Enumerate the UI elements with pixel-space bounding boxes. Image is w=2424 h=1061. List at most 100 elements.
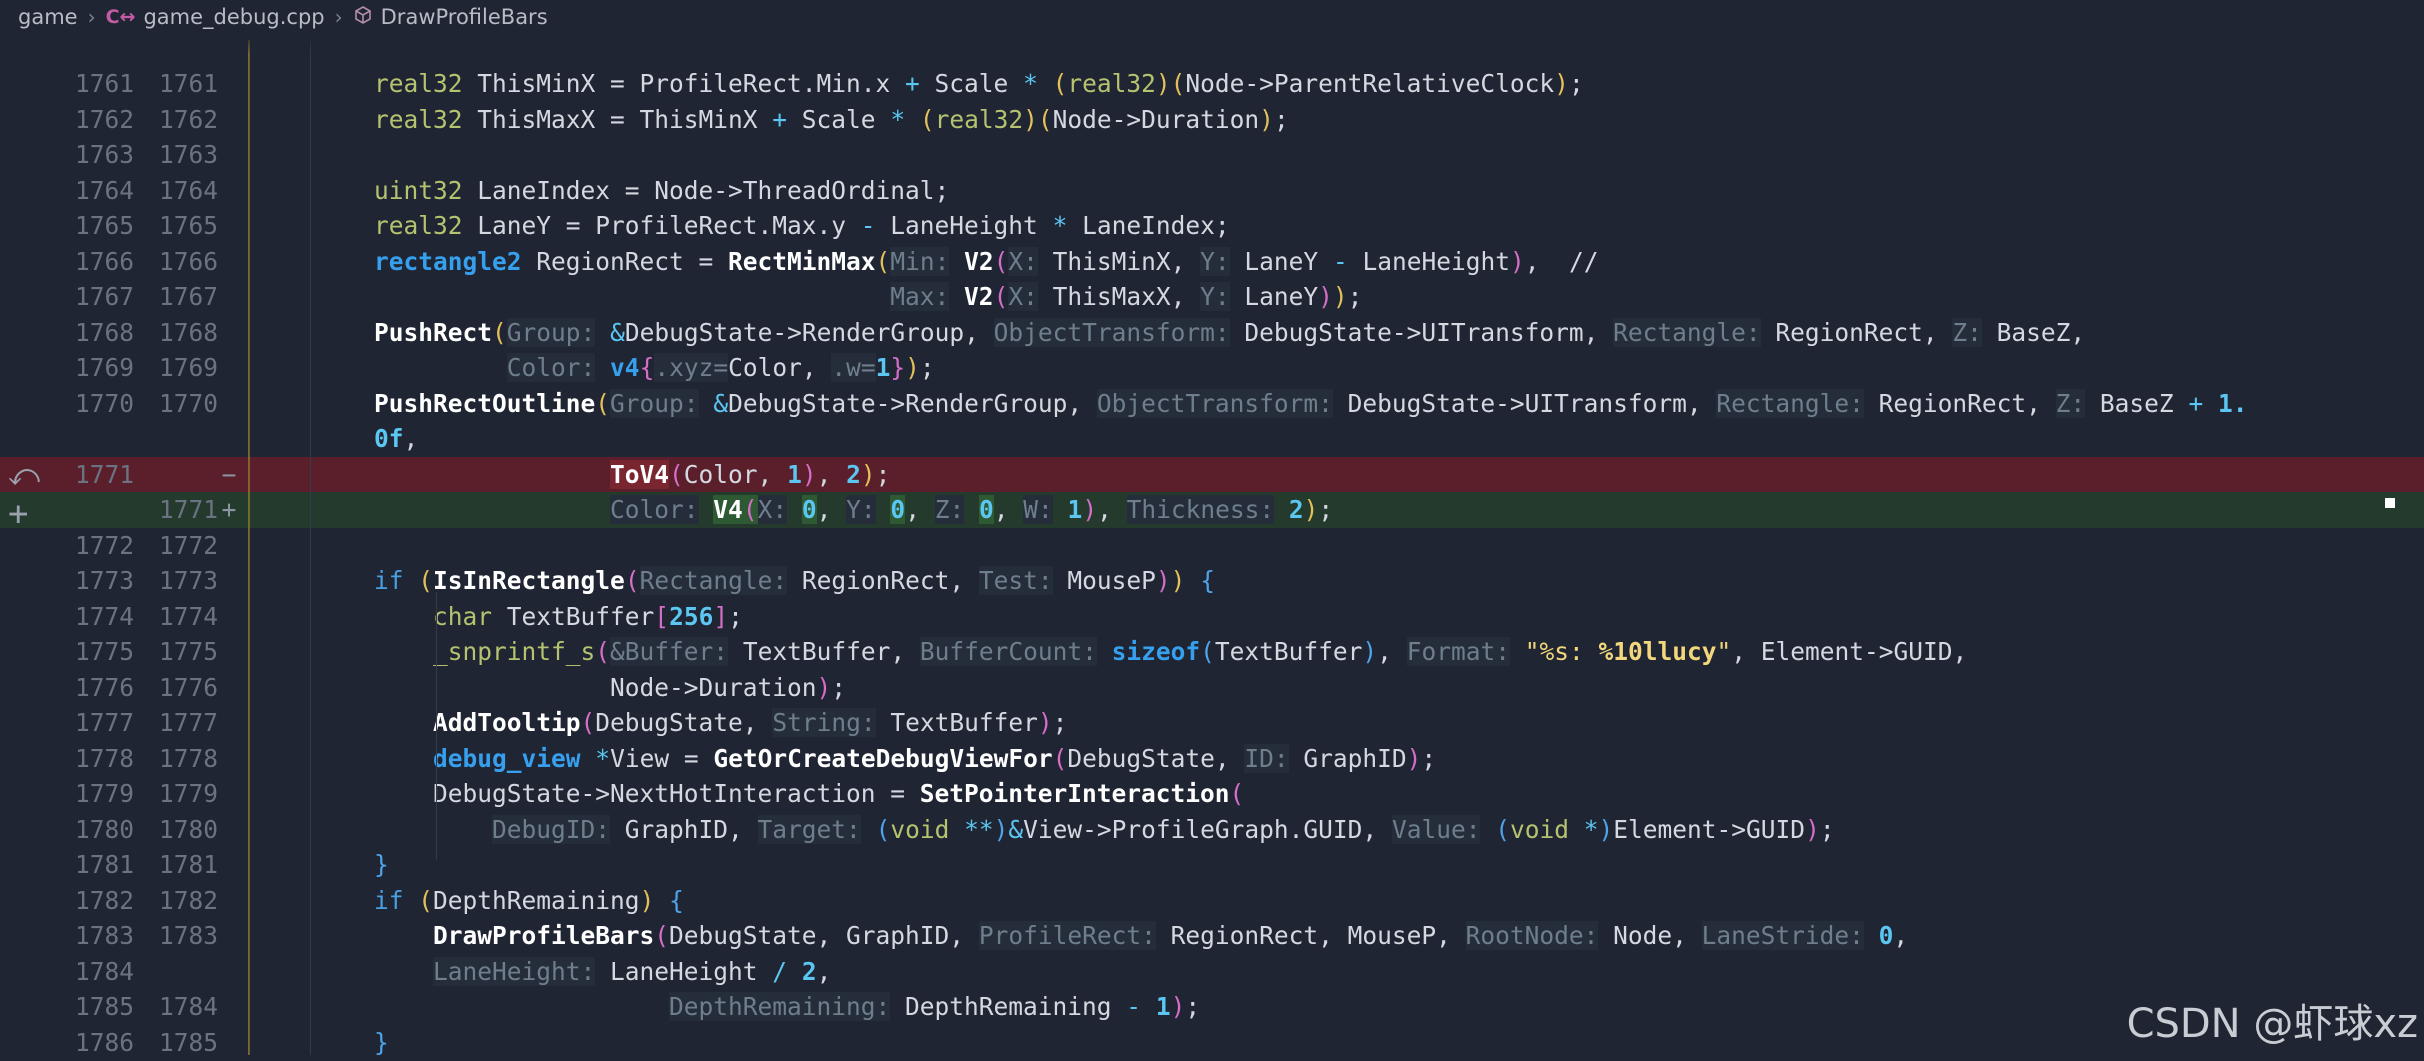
- code-line[interactable]: 1762 1762 real32 ThisMaxX = ThisMinX + Sca…: [0, 102, 2424, 138]
- code-text[interactable]: debug_view *View = GetOrCreateDebugViewF…: [374, 741, 1436, 777]
- code-text[interactable]: }: [374, 1025, 389, 1061]
- line-number-original: 1786: [74, 1027, 134, 1057]
- line-number-original: 1781: [74, 850, 134, 879]
- code-line[interactable]: 1774 1774 char TextBuffer[256];: [0, 599, 2424, 635]
- code-line[interactable]: 1784 LaneHeight: LaneHeight / 2,: [0, 954, 2424, 990]
- line-number-original: 1770: [74, 388, 134, 418]
- code-text[interactable]: 0f,: [374, 421, 418, 457]
- code-line[interactable]: 0f,: [0, 421, 2424, 457]
- line-number-modified: 1782: [158, 885, 218, 915]
- line-number-modified: 1770: [158, 388, 218, 418]
- code-text[interactable]: Node->Duration);: [374, 670, 846, 706]
- editor-diff-view[interactable]: 1761 1761 real32 ThisMinX = ProfileRect.Mi…: [0, 0, 2424, 1057]
- code-text[interactable]: DebugState->NextHotInteraction = SetPoin…: [374, 776, 1244, 812]
- code-text[interactable]: }: [374, 847, 389, 883]
- code-text[interactable]: if (DepthRemaining) {: [374, 883, 684, 919]
- line-number-original: 1778: [74, 743, 134, 773]
- code-text[interactable]: if (IsInRectangle(Rectangle: RegionRect,…: [374, 563, 1215, 599]
- code-text[interactable]: Max: V2(X: ThisMaxX, Y: LaneY));: [374, 279, 1362, 315]
- code-line[interactable]: 1779 1779 DebugState->NextHotInteraction …: [0, 776, 2424, 812]
- line-number-original: 1761: [74, 69, 134, 98]
- code-line[interactable]: 1783 1783 DrawProfileBars(DebugState, Gra…: [0, 918, 2424, 954]
- code-text[interactable]: Color: V4(X: 0, Y: 0, Z: 0, W: 1), Thick…: [374, 492, 1333, 528]
- line-number-original: 1775: [74, 637, 134, 666]
- line-number-original: 1769: [74, 353, 134, 382]
- code-line[interactable]: 1766 1766 rectangle2 RegionRect = RectMinM…: [0, 244, 2424, 280]
- code-line[interactable]: 1761 1761 real32 ThisMinX = ProfileRect.Mi…: [0, 66, 2424, 102]
- line-number-original: 1785: [74, 992, 134, 1021]
- breadcrumb-folder[interactable]: game: [18, 5, 78, 29]
- code-line[interactable]: 1780 1780 DebugID: GraphID, Target: (void…: [0, 812, 2424, 848]
- line-number-original: 1777: [74, 708, 134, 737]
- breadcrumb-symbol[interactable]: DrawProfileBars: [381, 5, 548, 29]
- code-line[interactable]: 1764 1764 uint32 LaneIndex = Node->ThreadO…: [0, 173, 2424, 209]
- line-number-original: 1767: [74, 282, 134, 311]
- line-number-modified: 1763: [158, 140, 218, 169]
- code-text[interactable]: real32 ThisMinX = ProfileRect.Min.x + Sc…: [374, 66, 1584, 102]
- code-line[interactable]: 1785 1784 DepthRemaining: DepthRemaining …: [0, 989, 2424, 1025]
- diff-added-line[interactable]: 1771 + Color: V4(X: 0, Y: 0, Z: 0, W: 1),…: [0, 492, 2424, 528]
- code-line[interactable]: 1777 1777 AddTooltip(DebugState, String: …: [0, 705, 2424, 741]
- line-number-modified: 1785: [158, 1027, 218, 1057]
- chevron-right-icon: ›: [334, 5, 343, 29]
- code-text[interactable]: DrawProfileBars(DebugState, GraphID, Pro…: [374, 918, 1908, 954]
- line-number-modified: 1784: [158, 992, 218, 1021]
- code-line[interactable]: 1775 1775 _snprintf_s(&Buffer: TextBuffer…: [0, 634, 2424, 670]
- line-number-original: 1764: [74, 175, 134, 205]
- code-line[interactable]: 1770 1770 PushRectOutline(Group: &DebugSta…: [0, 386, 2424, 422]
- line-number-original: 1779: [74, 779, 134, 808]
- code-line[interactable]: 1767 1767 Max: V2(X: ThisMaxX, Y: LaneY))…: [0, 279, 2424, 315]
- line-number-original: 1780: [74, 814, 134, 844]
- line-number-modified: 1781: [158, 850, 218, 879]
- removed-marker: −: [221, 459, 237, 489]
- code-text[interactable]: Color: v4{.xyz=Color, .w=1});: [374, 350, 935, 386]
- code-text[interactable]: char TextBuffer[256];: [374, 599, 743, 635]
- code-line[interactable]: 1772 1772: [0, 528, 2424, 564]
- line-number-modified: 1779: [158, 779, 218, 808]
- code-line[interactable]: 1776 1776 Node->Duration);: [0, 670, 2424, 706]
- line-number-original: 1776: [74, 672, 134, 702]
- line-number-modified: 1769: [158, 353, 218, 382]
- line-number-original: 1768: [74, 317, 134, 347]
- code-text[interactable]: real32 LaneY = ProfileRect.Max.y - LaneH…: [374, 208, 1230, 244]
- line-number-original: 1763: [74, 140, 134, 169]
- line-number-modified: 1764: [158, 175, 218, 205]
- code-text[interactable]: LaneHeight: LaneHeight / 2,: [374, 954, 831, 990]
- line-number-original: 1762: [74, 104, 134, 134]
- code-line[interactable]: 1763 1763: [0, 137, 2424, 173]
- line-number-modified: 1766: [158, 246, 218, 276]
- chevron-right-icon: ›: [87, 5, 96, 29]
- code-line[interactable]: 1773 1773 if (IsInRectangle(Rectangle: Reg…: [0, 563, 2424, 599]
- line-number-modified: 1775: [158, 637, 218, 666]
- revert-icon[interactable]: ⤺: [8, 458, 40, 493]
- line-number-original: 1772: [74, 530, 134, 560]
- code-text[interactable]: PushRectOutline(Group: &DebugState->Rend…: [374, 386, 2247, 422]
- added-marker: +: [221, 495, 237, 524]
- code-text[interactable]: DebugID: GraphID, Target: (void **)&View…: [374, 812, 1835, 848]
- code-text[interactable]: _snprintf_s(&Buffer: TextBuffer, BufferC…: [374, 634, 1967, 670]
- line-number-original: 1784: [74, 956, 134, 986]
- line-number-original: 1782: [74, 885, 134, 915]
- breadcrumb-file[interactable]: game_debug.cpp: [143, 5, 324, 29]
- code-text[interactable]: real32 ThisMaxX = ThisMinX + Scale * (re…: [374, 102, 1289, 138]
- code-line[interactable]: 1778 1778 debug_view *View = GetOrCreateD…: [0, 741, 2424, 777]
- code-line[interactable]: 1786 1785}: [0, 1025, 2424, 1061]
- code-line[interactable]: 1768 1768 PushRect(Group: &DebugState->Ren…: [0, 315, 2424, 351]
- code-text[interactable]: uint32 LaneIndex = Node->ThreadOrdinal;: [374, 173, 949, 209]
- line-number-original: 1783: [74, 921, 134, 950]
- diff-deleted-line[interactable]: 1771 − ToV4(Color, 1), 2);: [0, 456, 2424, 493]
- cpp-file-icon: C↔: [105, 6, 136, 28]
- line-number-modified: 1761: [158, 69, 218, 98]
- code-text[interactable]: ToV4(Color, 1), 2);: [374, 457, 890, 493]
- code-line[interactable]: 1781 1781}: [0, 847, 2424, 883]
- code-text[interactable]: rectangle2 RegionRect = RectMinMax(Min: …: [374, 244, 1599, 280]
- code-line[interactable]: 1769 1769 Color: v4{.xyz=Color, .w=1});: [0, 350, 2424, 386]
- code-text[interactable]: AddTooltip(DebugState, String: TextBuffe…: [374, 705, 1067, 741]
- add-line-icon[interactable]: +: [8, 494, 28, 534]
- code-text[interactable]: PushRect(Group: &DebugState->RenderGroup…: [374, 315, 2085, 351]
- code-line[interactable]: 1782 1782 if (DepthRemaining) {: [0, 883, 2424, 919]
- code-line[interactable]: 1765 1765 real32 LaneY = ProfileRect.Max.y…: [0, 208, 2424, 244]
- line-number-modified: 1773: [158, 566, 218, 595]
- code-text[interactable]: DepthRemaining: DepthRemaining - 1);: [374, 989, 1200, 1025]
- diff-gutter-bar: [248, 40, 250, 1055]
